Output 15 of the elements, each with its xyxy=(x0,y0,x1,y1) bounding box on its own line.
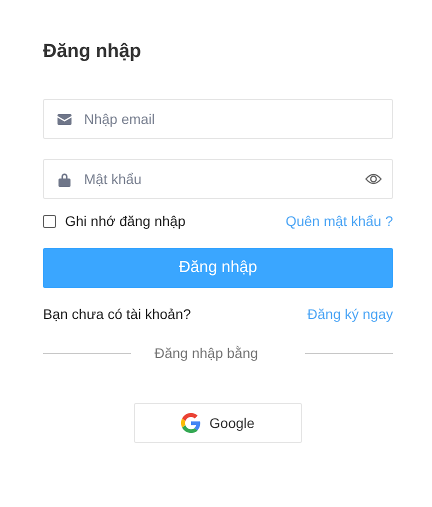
eye-icon[interactable] xyxy=(365,173,382,185)
forgot-password-link[interactable]: Quên mật khẩu ? xyxy=(286,213,393,229)
password-field[interactable]: Mật khẩu xyxy=(43,159,393,199)
login-button[interactable]: Đăng nhập xyxy=(43,248,393,288)
email-field[interactable]: Nhập email xyxy=(43,99,393,139)
google-icon xyxy=(181,413,202,433)
signup-link[interactable]: Đăng ký ngay xyxy=(307,306,393,322)
divider-text: Đăng nhập bằng xyxy=(154,345,258,361)
google-button[interactable]: Google xyxy=(134,403,302,443)
signup-prompt: Bạn chưa có tài khoản? xyxy=(43,306,191,322)
form-title: Đăng nhập xyxy=(43,40,142,64)
remember-label: Ghi nhớ đăng nhập xyxy=(65,213,186,229)
checkbox[interactable] xyxy=(43,214,56,228)
lock-icon xyxy=(57,172,72,186)
envelope-icon xyxy=(57,114,72,124)
